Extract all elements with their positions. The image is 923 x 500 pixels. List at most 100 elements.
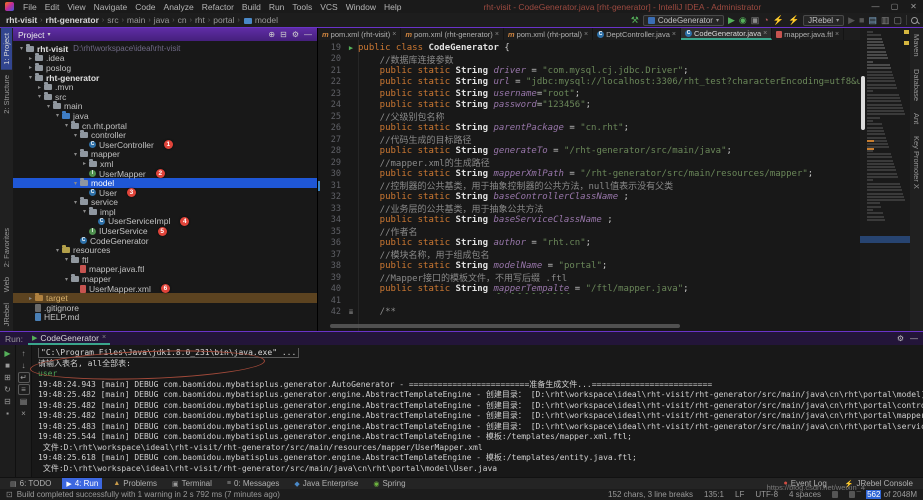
menu-window[interactable]: Window (342, 2, 380, 12)
maximize-button[interactable]: ▢ (885, 0, 904, 13)
close-icon[interactable]: × (584, 31, 588, 38)
chevron-icon[interactable]: ▾ (62, 256, 71, 263)
tree-item-java[interactable]: ▾java (13, 111, 317, 121)
tree-item-usermapper[interactable]: IUserMapper2 (13, 169, 317, 179)
toolwindow-button-jrebel[interactable]: JRebel (1, 298, 12, 331)
status-segment[interactable]: 4 spaces (789, 490, 821, 499)
tree-item-rht-visit[interactable]: ▾rht-visitD:\rht\workspace\ideal\rht-vis… (13, 44, 317, 54)
toolwindow-button-0-messages[interactable]: ≡0: Messages (223, 478, 283, 489)
menu-code[interactable]: Code (131, 2, 159, 12)
down-stacktrace-button[interactable]: ↓ (18, 360, 30, 371)
status-segment[interactable]: UTF-8 (755, 490, 778, 499)
editor-tab-codegenerator.java[interactable]: CCodeGenerator.java× (681, 28, 772, 40)
tree-item-main[interactable]: ▾main (13, 102, 317, 112)
chevron-icon[interactable]: ▾ (44, 103, 53, 110)
stop-button[interactable]: ■ (2, 360, 14, 371)
tree-item-model[interactable]: ▾model (13, 178, 317, 188)
profile-app-icon[interactable]: ▥ (881, 14, 890, 26)
profiler-button[interactable]: ◔ (763, 14, 768, 26)
status-segment[interactable]: LF (735, 490, 744, 499)
jrebel-run-button[interactable]: ⚡ (773, 14, 784, 26)
tree-item-controller[interactable]: ▾controller (13, 130, 317, 140)
toolwindow-button-web[interactable]: Web (1, 272, 12, 297)
run-console[interactable]: "C:\Program Files\Java\jdk1.8.0_231\bin\… (32, 345, 923, 477)
tree-item-service[interactable]: ▾service (13, 198, 317, 208)
minimize-button[interactable]: — (866, 0, 885, 13)
chevron-icon[interactable]: ▾ (71, 180, 80, 187)
run-configuration-select[interactable]: CodeGenerator ▾ (643, 15, 724, 26)
tree-item-codegenerator[interactable]: CCodeGenerator (13, 236, 317, 246)
tree-item-help.md[interactable]: HELP.md (13, 313, 317, 323)
breadcrumb-item-rht[interactable]: rht (194, 15, 206, 25)
toolwindow-button-4-run[interactable]: ▶4: Run (62, 478, 102, 489)
code-editor[interactable]: 19▶public class CodeGenerator {20 //数据库连… (318, 40, 860, 331)
scroll-to-end-button[interactable]: ≡ (18, 384, 30, 395)
chevron-icon[interactable]: ▸ (35, 84, 44, 91)
toolwindow-button-2-structure[interactable]: 2: Structure (1, 70, 12, 119)
toolwindow-button-maven[interactable]: Maven (911, 28, 922, 63)
tree-item-resources[interactable]: ▾resources (13, 245, 317, 255)
toolwindow-button-2-favorites[interactable]: 2: Favorites (1, 223, 12, 272)
tree-item-target[interactable]: ▸target (13, 293, 317, 303)
attach-run-button[interactable]: ▶ (848, 14, 855, 26)
menu-build[interactable]: Build (238, 2, 265, 12)
chevron-icon[interactable]: ▾ (62, 276, 71, 283)
tree-item-.mvn[interactable]: ▸.mvn (13, 82, 317, 92)
menu-navigate[interactable]: Navigate (90, 2, 132, 12)
coverage-button[interactable]: ▣ (751, 14, 760, 26)
tree-item-mapper[interactable]: ▾mapper (13, 150, 317, 160)
collapse-all-icon[interactable]: ⊟ (280, 30, 287, 39)
tree-item-cn.rht.portal[interactable]: ▾cn.rht.portal (13, 121, 317, 131)
breadcrumb-item-cn[interactable]: cn (177, 15, 188, 25)
chevron-icon[interactable]: ▾ (71, 151, 80, 158)
menu-file[interactable]: File (19, 2, 41, 12)
close-tab-button[interactable]: ▪ (2, 408, 14, 419)
toolwindow-button-ant[interactable]: Ant (911, 107, 922, 130)
project-panel-header[interactable]: Project ▾ ⊕⊟⚙— (13, 28, 317, 41)
dump-threads-button[interactable]: ⊞ (2, 372, 14, 383)
settings-gear-icon[interactable]: ⚙ (292, 30, 299, 39)
toolwindow-button-spring[interactable]: ◉Spring (369, 478, 409, 489)
toolwindow-button-6-todo[interactable]: ▤6: TODO (6, 478, 55, 489)
memory-indicator[interactable]: 562 of 2048M (866, 490, 917, 499)
breadcrumb-item-rht-generator[interactable]: rht-generator (45, 15, 100, 25)
status-segment[interactable]: 152 chars, 3 line breaks (608, 490, 693, 499)
horizontal-scrollbar[interactable] (330, 324, 680, 328)
run-tab[interactable]: ▶ CodeGenerator × (28, 332, 110, 345)
tree-item-.idea[interactable]: ▸.idea (13, 54, 317, 64)
toolwindow-layout-icon[interactable]: ▢ (893, 14, 902, 26)
tree-item-usermapper.xml[interactable]: UserMapper.xml6 (13, 284, 317, 294)
chevron-icon[interactable]: ▾ (35, 93, 44, 100)
toolwindow-button-1-project[interactable]: 1: Project (1, 28, 12, 70)
tree-item-mapper[interactable]: ▾mapper (13, 274, 317, 284)
toolwindow-button-event-log[interactable]: ●Event Log (780, 479, 831, 488)
stop-button[interactable]: ■ (859, 14, 864, 26)
hide-panel-icon[interactable]: — (910, 334, 918, 343)
tree-item-mapper.java.ftl[interactable]: mapper.java.ftl (13, 265, 317, 275)
build-hammer-icon[interactable]: ⚒ (631, 14, 639, 26)
run-gutter-icon[interactable]: ▶ (344, 44, 358, 52)
tree-item-.gitignore[interactable]: .gitignore (13, 303, 317, 313)
menu-vcs[interactable]: VCS (316, 2, 341, 12)
editor-tab-mapper.java.ftl[interactable]: mapper.java.ftl× (772, 28, 844, 40)
pin-tab-button[interactable]: ⊟ (2, 396, 14, 407)
locate-file-icon[interactable]: ⊕ (268, 30, 275, 39)
chevron-icon[interactable]: ▾ (71, 132, 80, 139)
chevron-icon[interactable]: ▾ (53, 112, 62, 119)
toolwindow-button-key-promoter-x[interactable]: Key Promoter X (911, 130, 922, 195)
rerun-button[interactable]: ▶ (2, 348, 14, 359)
up-stacktrace-button[interactable]: ↑ (18, 348, 30, 359)
editor-minimap[interactable] (860, 28, 910, 331)
chevron-icon[interactable]: ▾ (62, 122, 71, 129)
breadcrumb-item-main[interactable]: main (126, 15, 146, 25)
lock-icon[interactable] (832, 491, 838, 498)
search-everywhere-icon[interactable] (911, 17, 918, 24)
restore-layout-button[interactable]: ↻ (2, 384, 14, 395)
close-icon[interactable]: × (672, 31, 676, 38)
open-project-icon[interactable]: ▤ (868, 14, 877, 26)
editor-tab-pom.xml-rht-generator-[interactable]: mpom.xml (rht-generator)× (401, 28, 504, 40)
breadcrumb-item-rht-visit[interactable]: rht-visit (5, 15, 38, 25)
close-icon[interactable]: × (495, 31, 499, 38)
menu-help[interactable]: Help (380, 2, 405, 12)
menu-analyze[interactable]: Analyze (160, 2, 198, 12)
